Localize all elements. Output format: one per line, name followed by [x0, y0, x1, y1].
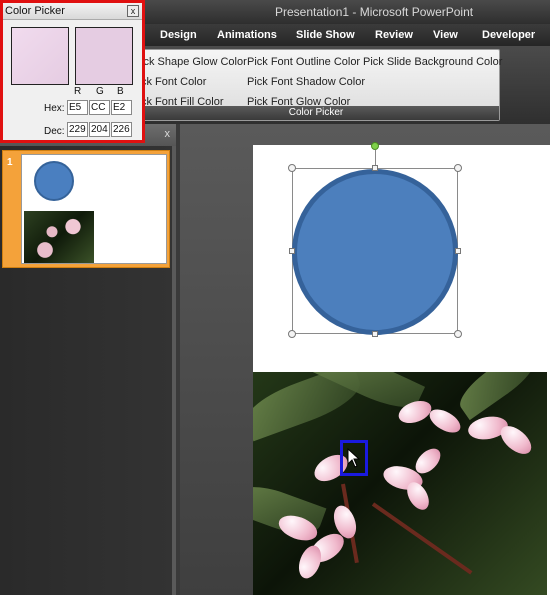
color-picker-window: Color Picker x R G B Hex: E5 CC E2 Dec: …	[0, 0, 145, 143]
pick-slide-background-color-button[interactable]: Pick Slide Background Color	[363, 56, 502, 68]
b-header: B	[117, 86, 124, 97]
hex-b-field[interactable]: E2	[111, 100, 132, 115]
slide-thumbnail-selected[interactable]: 1	[2, 150, 170, 268]
resize-handle-right[interactable]	[455, 248, 461, 254]
tab-view[interactable]: View	[433, 29, 458, 41]
slide-thumbnail[interactable]	[21, 154, 167, 264]
pane-close-icon[interactable]: x	[165, 128, 171, 140]
mouse-cursor-icon	[347, 448, 361, 468]
hex-g-field[interactable]: CC	[89, 100, 110, 115]
resize-handle-bottom-right[interactable]	[454, 330, 462, 338]
pick-font-outline-color-button[interactable]: Pick Font Outline Color	[247, 56, 360, 68]
resize-handle-bottom[interactable]	[372, 331, 378, 337]
resize-handle-bottom-left[interactable]	[288, 330, 296, 338]
r-header: R	[74, 86, 82, 97]
dec-b-field[interactable]: 226	[111, 122, 132, 137]
window-title: Presentation1 - Microsoft PowerPoint	[275, 5, 474, 19]
resize-handle-top-left[interactable]	[288, 164, 296, 172]
color-picker-title-bar[interactable]: Color Picker x	[3, 3, 142, 20]
tab-slide-show[interactable]: Slide Show	[296, 29, 355, 41]
hex-label: Hex:	[44, 103, 65, 114]
leaf	[452, 372, 544, 421]
dec-label: Dec:	[44, 126, 65, 137]
minimize-button[interactable]	[516, 0, 534, 20]
slide-number: 1	[7, 157, 13, 168]
g-header: G	[96, 86, 104, 97]
dec-r-field[interactable]: 229	[67, 122, 88, 137]
pick-shape-glow-color-button[interactable]: ick Shape Glow Color	[141, 56, 247, 68]
hex-r-field[interactable]: E5	[67, 100, 88, 115]
flower-petal	[425, 404, 465, 438]
ribbon-group-label: Color Picker	[133, 106, 499, 120]
dec-g-field[interactable]: 204	[89, 122, 110, 137]
tab-animations[interactable]: Animations	[217, 29, 277, 41]
pick-font-color-button[interactable]: ck Font Color	[141, 76, 206, 88]
resize-handle-top-right[interactable]	[454, 164, 462, 172]
stem	[371, 502, 473, 575]
resize-handle-top[interactable]	[372, 165, 378, 171]
slides-pane: x 1	[0, 124, 176, 595]
maximize-button[interactable]	[534, 0, 550, 20]
resize-handle-left[interactable]	[289, 248, 295, 254]
tab-review[interactable]: Review	[375, 29, 413, 41]
thumbnail-flower-photo	[24, 211, 94, 263]
tab-developer[interactable]: Developer	[482, 29, 535, 41]
thumbnail-circle-shape	[34, 161, 74, 201]
circle-shape[interactable]	[292, 169, 458, 335]
current-color-swatch	[75, 27, 133, 85]
color-picker-title: Color Picker	[5, 5, 65, 17]
rotation-handle[interactable]	[371, 142, 379, 150]
close-icon[interactable]: x	[127, 5, 139, 17]
previous-color-swatch	[11, 27, 69, 85]
tab-design[interactable]: Design	[160, 29, 197, 41]
flower-photo[interactable]	[253, 372, 547, 595]
pick-font-shadow-color-button[interactable]: Pick Font Shadow Color	[247, 76, 365, 88]
color-picker-ribbon-group: ick Shape Glow Color Pick Font Outline C…	[132, 49, 502, 121]
